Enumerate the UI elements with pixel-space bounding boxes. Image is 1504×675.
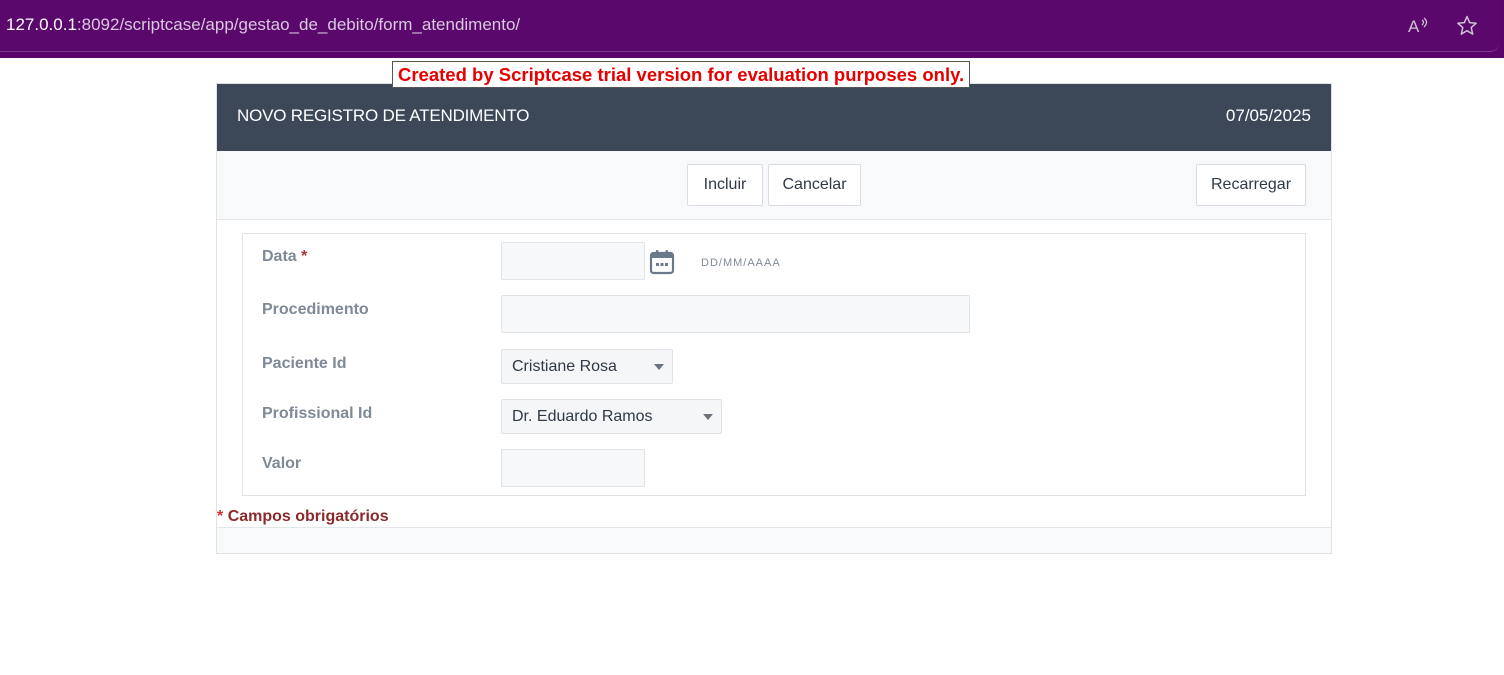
required-mark: *: [301, 248, 308, 265]
required-note-mark: *: [217, 508, 224, 525]
url-path: :8092/scriptcase/app/gestao_de_debito/fo…: [76, 15, 521, 34]
form-date: 07/05/2025: [1225, 106, 1311, 125]
trial-banner: Created by Scriptcase trial version for …: [392, 61, 971, 88]
incluir-button[interactable]: Incluir: [687, 164, 763, 206]
date-format-hint: DD/MM/AAAA: [701, 257, 781, 269]
required-note-text: Campos obrigatórios: [227, 508, 389, 525]
paciente-label: Paciente Id: [262, 355, 347, 372]
paciente-selected-value: Cristiane Rosa: [512, 358, 617, 375]
valor-input[interactable]: [501, 449, 645, 487]
required-fields-note: * Campos obrigatórios: [217, 508, 389, 526]
favorite-star-icon[interactable]: [1455, 14, 1479, 38]
svg-text:A: A: [1408, 17, 1420, 36]
fields-panel: Data * DD/MM/AAAA Procedimento Paciente …: [242, 233, 1306, 496]
chevron-down-icon: [703, 414, 713, 420]
data-label-text: Data: [262, 248, 297, 265]
calendar-icon[interactable]: [649, 248, 675, 276]
paciente-select[interactable]: Cristiane Rosa: [501, 349, 673, 384]
procedimento-label: Procedimento: [262, 301, 369, 318]
profissional-selected-value: Dr. Eduardo Ramos: [512, 408, 653, 425]
procedimento-input[interactable]: [501, 295, 970, 333]
read-aloud-icon[interactable]: A: [1406, 14, 1430, 38]
form-toolbar: Incluir Cancelar Recarregar: [217, 151, 1331, 220]
browser-address-bar: 127.0.0.1:8092/scriptcase/app/gestao_de_…: [0, 0, 1504, 58]
form-title: NOVO REGISTRO DE ATENDIMENTO: [237, 106, 530, 125]
profissional-label: Profissional Id: [262, 405, 373, 422]
recarregar-button[interactable]: Recarregar: [1196, 164, 1306, 206]
form-header: NOVO REGISTRO DE ATENDIMENTO 07/05/2025: [217, 84, 1331, 151]
url-field[interactable]: 127.0.0.1:8092/scriptcase/app/gestao_de_…: [6, 15, 520, 35]
address-bar-inner: 127.0.0.1:8092/scriptcase/app/gestao_de_…: [0, 0, 1500, 52]
chevron-down-icon: [654, 364, 664, 370]
profissional-select[interactable]: Dr. Eduardo Ramos: [501, 399, 722, 434]
valor-label: Valor: [262, 455, 302, 472]
form-footer: [217, 527, 1331, 553]
data-label: Data *: [262, 248, 307, 266]
data-input[interactable]: [501, 242, 645, 280]
url-host: 127.0.0.1: [6, 15, 77, 34]
cancelar-button[interactable]: Cancelar: [768, 164, 861, 206]
form-container: NOVO REGISTRO DE ATENDIMENTO 07/05/2025 …: [216, 83, 1332, 554]
